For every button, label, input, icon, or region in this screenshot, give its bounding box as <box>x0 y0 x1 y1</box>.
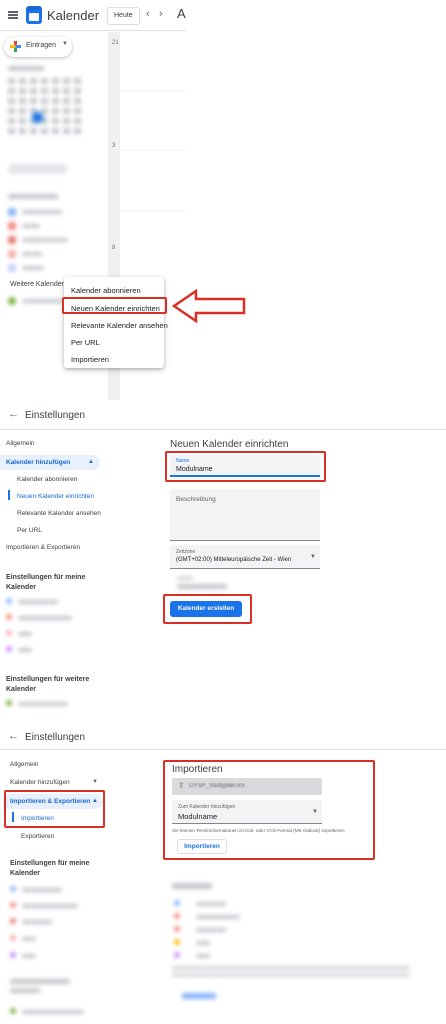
calendar-main-panel: Kalender Heute ‹ › A Eintragen ▼ Weitere… <box>0 0 446 400</box>
highlight-box <box>163 760 375 860</box>
chevron-down-icon[interactable]: ▼ <box>92 779 98 785</box>
my-calendars-heading <box>8 194 58 199</box>
today-button[interactable]: Heute <box>107 7 140 25</box>
sidebar-subitem-create-new[interactable]: Neuen Kalender einrichten <box>17 493 94 500</box>
highlight-box <box>163 594 252 624</box>
sidebar-item-general[interactable]: Allgemein <box>6 440 35 447</box>
back-arrow-icon[interactable]: ← <box>8 408 19 420</box>
add-calendar-menu: Kalender abonnieren Neuen Kalender einri… <box>64 277 168 368</box>
mini-calendar[interactable] <box>6 64 98 174</box>
menu-item-browse[interactable]: Relevante Kalender ansehen <box>71 321 168 330</box>
sidebar-item-add-calendar[interactable]: Kalender hinzufügen <box>10 779 70 786</box>
back-arrow-icon[interactable]: ← <box>8 730 19 742</box>
timezone-label: Zeitzone <box>176 549 196 555</box>
highlight-box <box>4 790 105 828</box>
grid-line <box>120 90 186 91</box>
settings-header: ← Einstellungen <box>0 716 446 750</box>
grid-line <box>120 150 186 151</box>
annotation-arrow-icon <box>172 289 246 324</box>
sidebar-subitem-subscribe[interactable]: Kalender abonnieren <box>17 476 77 483</box>
description-field[interactable]: Beschreibung <box>170 489 320 541</box>
settings-import-panel: ← Einstellungen Allgemein Kalender hinzu… <box>0 716 446 1024</box>
menu-item-from-url[interactable]: Per URL <box>71 338 100 347</box>
settings-title: Einstellungen <box>25 732 86 743</box>
chevron-left-icon[interactable]: ‹ <box>146 8 150 20</box>
sidebar-subitem-export[interactable]: Exportieren <box>21 833 54 840</box>
mini-calendar-grid[interactable] <box>8 78 85 134</box>
day-number: 8 <box>112 245 116 251</box>
timezone-select[interactable]: Zeitzone (GMT+02:00) Mitteleuropäische Z… <box>170 545 320 569</box>
sidebar-heading-my-calendars: Einstellungen für meine Kalender <box>6 574 86 591</box>
menu-item-subscribe[interactable]: Kalender abonnieren <box>71 286 141 295</box>
sidebar-item-import-export[interactable]: Importieren & Exportieren <box>6 544 80 551</box>
chevron-right-icon[interactable]: › <box>159 8 163 20</box>
menu-item-import[interactable]: Importieren <box>71 355 109 364</box>
mini-calendar-month <box>8 66 44 71</box>
highlight-box <box>165 451 326 482</box>
settings-create-panel: ← Einstellungen Allgemein Kalender hinzu… <box>0 400 446 716</box>
timezone-value: (GMT+02:00) Mitteleuropäische Zeit - Wie… <box>176 557 292 563</box>
sidebar-subitem-browse[interactable]: Relevante Kalender ansehen <box>17 510 101 517</box>
search-people-field[interactable] <box>8 164 68 174</box>
settings-header: ← Einstellungen <box>0 400 446 430</box>
create-button-label: Eintragen <box>26 42 56 49</box>
day-number: 3 <box>112 143 116 149</box>
calendar-logo-icon <box>26 6 42 24</box>
section-title: Neuen Kalender einrichten <box>170 439 289 450</box>
date-range-label: A <box>177 6 186 21</box>
chevron-up-icon[interactable]: ▲ <box>88 459 94 465</box>
app-title: Kalender <box>47 8 100 23</box>
description-placeholder: Beschreibung <box>176 496 216 503</box>
sidebar-item-general[interactable]: Allgemein <box>10 761 39 768</box>
sidebar-item-add-calendar[interactable]: Kalender hinzufügen <box>6 459 70 466</box>
create-button[interactable]: Eintragen ▼ <box>4 37 72 57</box>
menu-icon[interactable] <box>8 11 18 19</box>
other-calendars-heading: Weitere Kalender <box>10 281 64 288</box>
highlight-box <box>62 297 167 314</box>
sidebar-heading-other-calendars: Einstellungen für weitere Kalender <box>6 676 90 693</box>
plus-icon <box>10 41 21 52</box>
mini-calendar-today[interactable] <box>32 112 43 123</box>
caret-down-icon: ▼ <box>310 554 316 560</box>
day-number: 21 <box>112 40 119 46</box>
sidebar-heading-my-calendars: Einstellungen für meine Kalender <box>10 860 90 877</box>
caret-down-icon: ▼ <box>62 41 68 47</box>
topbar-divider <box>0 30 186 31</box>
grid-line <box>120 210 186 211</box>
sidebar-subitem-url[interactable]: Per URL <box>17 527 42 534</box>
sidebar-selection-marker <box>8 490 10 500</box>
settings-title: Einstellungen <box>25 410 86 421</box>
top-bar: Kalender Heute ‹ › A <box>0 0 186 32</box>
sidebar-heading-other-calendars <box>10 979 70 984</box>
